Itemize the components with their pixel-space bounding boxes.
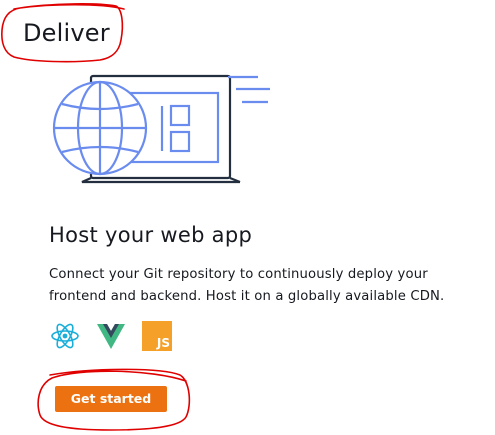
globe-icon xyxy=(52,80,148,176)
javascript-icon: JS xyxy=(142,321,172,351)
web-app-illustration xyxy=(52,74,270,184)
react-icon xyxy=(51,323,79,349)
section-heading: Deliver xyxy=(23,19,110,47)
get-started-button[interactable]: Get started xyxy=(55,386,167,412)
card-title: Host your web app xyxy=(49,223,253,247)
speed-lines-icon xyxy=(228,75,270,104)
card-description: Connect your Git repository to continuou… xyxy=(49,267,445,304)
vue-icon xyxy=(97,324,125,349)
javascript-icon-label: JS xyxy=(156,336,170,350)
